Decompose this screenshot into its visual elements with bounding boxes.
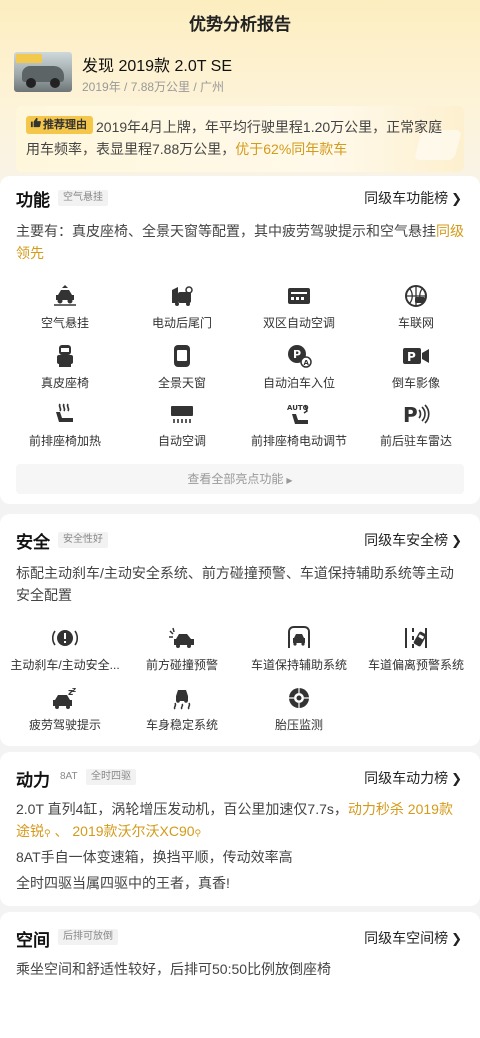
- safety-item-label: 车道保持辅助系统: [250, 658, 347, 672]
- reverse-camera-icon: P: [402, 344, 430, 368]
- safety-title: 安全: [16, 533, 50, 552]
- safety-rank-link[interactable]: 同级车安全榜 ❯: [364, 530, 462, 550]
- feature-item-label: 前排座椅电动调节: [250, 434, 347, 448]
- safety-tag: 安全性好: [58, 532, 108, 548]
- compare-link-xc90[interactable]: 2019款沃尔沃XC90⚲: [72, 823, 201, 839]
- report-page: 优势分析报告 发现 2019款 2.0T SE 2019年 / 7.88万公里 …: [0, 0, 480, 1038]
- lane-departure-icon: [402, 626, 430, 650]
- power-seat-adjust-icon: AUTO: [285, 402, 313, 426]
- svg-text:z: z: [72, 686, 76, 694]
- compare-separator: 、: [50, 823, 73, 839]
- power-tailgate-icon: [168, 284, 196, 308]
- safety-description: 标配主动刹车/主动安全系统、前方碰撞预警、车道保持辅助系统等主动安全配置: [16, 565, 454, 603]
- tire-pressure-icon: [285, 686, 313, 710]
- feature-item-label: 全景天窗: [157, 376, 206, 390]
- car-name: 发现 2019款 2.0T SE: [82, 58, 233, 75]
- car-thumbnail[interactable]: [14, 52, 72, 92]
- chevron-right-icon: ❯: [451, 771, 462, 786]
- feature-item-label: 真皮座椅: [40, 376, 89, 390]
- power-transmission-line: 8AT手自一体变速箱，换挡平顺，传动效率高: [16, 849, 293, 865]
- panoramic-sunroof-icon: [168, 344, 196, 368]
- lane-keep-icon: [285, 626, 313, 650]
- safety-item-label: 胎压监测: [274, 718, 323, 732]
- safety-item-label: 主动刹车/主动安全...: [10, 658, 120, 672]
- safety-card: 安全 安全性好 同级车安全榜 ❯ 标配主动刹车/主动安全系统、前方碰撞预警、车道保…: [0, 514, 480, 746]
- svg-text:A: A: [304, 359, 310, 367]
- dual-zone-ac-icon: [285, 284, 313, 308]
- safety-item-label: 疲劳驾驶提示: [28, 718, 101, 732]
- space-tag: 后排可放倒: [58, 929, 118, 945]
- recommend-reason-box: 2019年4月上牌，年平均行驶里程1.20万公里，正常家庭用车频率，表显里程7.…: [16, 106, 464, 172]
- svg-text:P: P: [407, 350, 416, 364]
- search-icon: ⚲: [194, 828, 202, 838]
- search-icon: ⚲: [44, 828, 51, 838]
- view-all-features-button[interactable]: 查看全部亮点功能 ▶: [16, 464, 464, 494]
- power-title: 动力: [16, 771, 50, 790]
- chevron-right-icon: ❯: [451, 191, 462, 206]
- recommend-reason-badge: 推荐理由: [26, 116, 93, 134]
- connected-car-icon: [402, 284, 430, 308]
- power-card: 动力 8AT 全时四驱 同级车动力榜 ❯ 2.0T 直列4缸，涡轮增压发动机，百公…: [0, 752, 480, 906]
- car-header[interactable]: 发现 2019款 2.0T SE 2019年 / 7.88万公里 / 广州: [14, 52, 466, 96]
- air-suspension-icon: [51, 284, 79, 308]
- feature-item-label: 倒车影像: [391, 376, 440, 390]
- svg-text:P: P: [293, 348, 301, 361]
- feature-rank-link[interactable]: 同级车功能榜 ❯: [364, 188, 462, 208]
- feature-item-label: 双区自动空调: [262, 316, 335, 330]
- chevron-right-icon: ❯: [451, 533, 462, 548]
- parking-radar-icon: P: [402, 402, 430, 426]
- power-tag-drivetrain: 全时四驱: [86, 769, 136, 785]
- feature-card: 功能 空气悬挂 同级车功能榜 ❯ 主要有：真皮座椅、全景天窗等配置，其中疲劳驾驶提…: [0, 176, 480, 504]
- auto-parking-icon: PA: [285, 344, 313, 368]
- active-brake-icon: [51, 626, 79, 650]
- auto-ac-icon: [168, 402, 196, 426]
- feature-item-label: 空气悬挂: [40, 316, 89, 330]
- space-rank-link[interactable]: 同级车空间榜 ❯: [364, 928, 462, 948]
- svg-text:P: P: [403, 403, 418, 426]
- leather-seat-icon: [51, 344, 79, 368]
- feature-item-label: 车联网: [397, 316, 434, 330]
- chevron-right-icon: ❯: [451, 931, 462, 946]
- power-engine-line: 2.0T 直列4缸，涡轮增压发动机，百公里加速仅7.7s，动力秒杀 2019款途…: [16, 801, 453, 839]
- feature-tag: 空气悬挂: [58, 190, 108, 206]
- safety-item-label: 车道偏离预警系统: [367, 658, 464, 672]
- recommend-badge-label: 推荐理由: [43, 119, 87, 131]
- fatigue-alert-icon: zz: [51, 686, 79, 710]
- feature-item-label: 电动后尾门: [151, 316, 212, 330]
- feature-item-label: 前排座椅加热: [28, 434, 101, 448]
- page-title: 优势分析报告: [189, 15, 291, 34]
- power-drivetrain-line: 全时四驱当属四驱中的王者，真香!: [16, 875, 230, 891]
- safety-item-label: 前方碰撞预警: [145, 658, 218, 672]
- stability-control-icon: [168, 686, 196, 710]
- thumbs-up-icon: [30, 116, 41, 134]
- feature-item-label: 自动空调: [157, 434, 206, 448]
- triangle-right-icon: ▶: [286, 476, 293, 485]
- power-tag-transmission: 8AT: [60, 771, 78, 782]
- feature-description: 主要有：真皮座椅、全景天窗等配置，其中疲劳驾驶提示和空气悬挂同级领先: [16, 223, 464, 261]
- space-card: 空间 后排可放倒 同级车空间榜 ❯ 乘坐空间和舒适性较好，后排可50:50比例放倒…: [0, 912, 480, 1038]
- collision-warning-icon: [168, 626, 196, 650]
- feature-title: 功能: [16, 191, 50, 210]
- space-title: 空间: [16, 931, 50, 950]
- feature-item-label: 前后驻车雷达: [379, 434, 452, 448]
- feature-item-label: 自动泊车入位: [262, 376, 335, 390]
- power-rank-link[interactable]: 同级车动力榜 ❯: [364, 768, 462, 788]
- space-description: 乘坐空间和舒适性较好，后排可50:50比例放倒座椅: [16, 961, 332, 977]
- car-subtitle: 2019年 / 7.88万公里 / 广州: [82, 80, 225, 94]
- seat-heating-icon: [51, 402, 79, 426]
- safety-item-label: 车身稳定系统: [145, 718, 218, 732]
